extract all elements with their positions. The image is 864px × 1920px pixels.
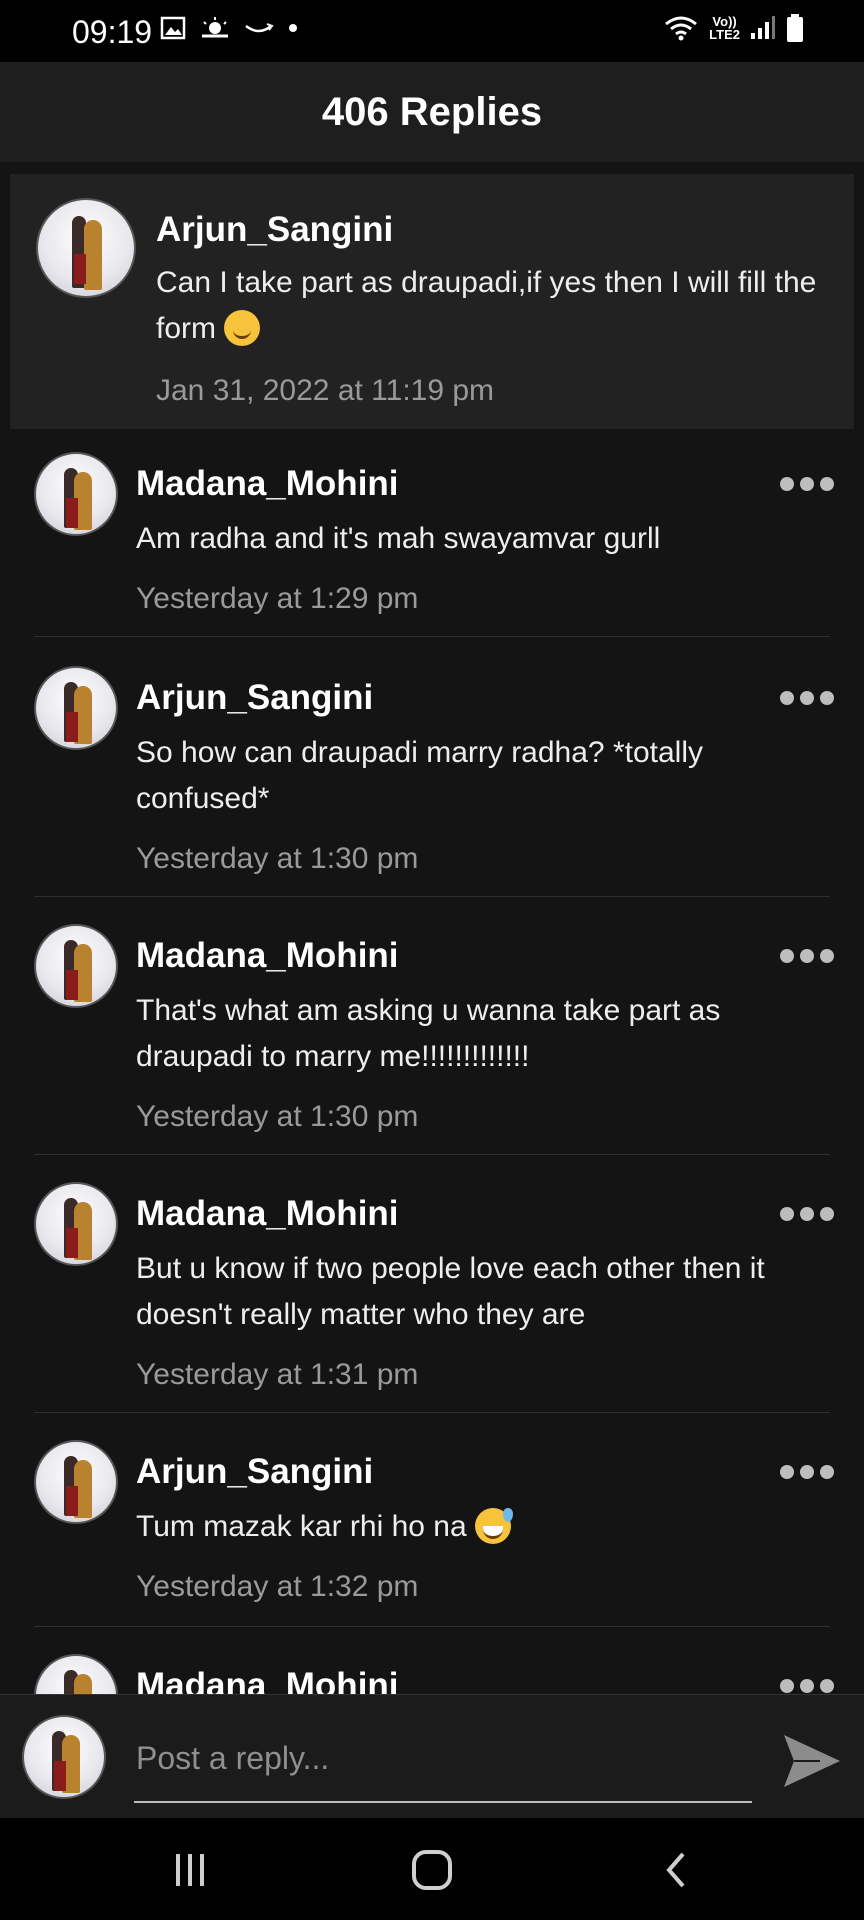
reply-item: Madana_Mohini bbox=[0, 1642, 864, 1694]
battery-icon bbox=[787, 14, 803, 42]
status-bar: 09:19 Vo)) LTE2 bbox=[0, 0, 864, 62]
send-icon[interactable] bbox=[780, 1731, 844, 1791]
avatar[interactable] bbox=[34, 1440, 118, 1524]
back-button[interactable] bbox=[646, 1848, 706, 1892]
wifi-icon bbox=[665, 16, 698, 41]
amazon-icon bbox=[245, 23, 274, 33]
parent-comment[interactable]: Arjun_Sangini Can I take part as draupad… bbox=[10, 174, 854, 429]
more-options-icon[interactable] bbox=[780, 1462, 834, 1482]
reply-timestamp: Yesterday at 1:32 pm bbox=[136, 1570, 419, 1603]
comment-text: Can I take part as draupadi,if yes then … bbox=[156, 266, 817, 346]
reply-item: Madana_Mohini Am radha and it's mah sway… bbox=[0, 440, 864, 638]
page-header: 406 Replies bbox=[0, 62, 864, 162]
reply-item: Arjun_Sangini So how can draupadi marry … bbox=[0, 654, 864, 898]
reply-username[interactable]: Madana_Mohini bbox=[136, 1194, 399, 1234]
back-icon bbox=[666, 1852, 685, 1888]
reply-text: Am radha and it's mah swayamvar gurll bbox=[136, 522, 661, 555]
home-button[interactable] bbox=[402, 1848, 462, 1892]
more-options-icon[interactable] bbox=[780, 688, 834, 708]
reply-username[interactable]: Arjun_Sangini bbox=[136, 678, 373, 718]
grinning-sweat-emoji-icon bbox=[475, 1508, 514, 1544]
avatar[interactable] bbox=[34, 452, 118, 536]
avatar[interactable] bbox=[34, 924, 118, 1008]
smiling-face-emoji-icon bbox=[224, 310, 261, 346]
more-options-icon[interactable] bbox=[780, 1676, 834, 1694]
divider bbox=[34, 1626, 830, 1627]
divider bbox=[34, 896, 830, 897]
reply-timestamp: Yesterday at 1:29 pm bbox=[136, 582, 419, 615]
network-type: Vo)) LTE2 bbox=[709, 14, 740, 42]
system-nav-bar bbox=[0, 1818, 864, 1920]
reply-timestamp: Yesterday at 1:31 pm bbox=[136, 1358, 419, 1391]
reply-text: Tum mazak kar rhi ho na bbox=[136, 1504, 826, 1550]
avatar[interactable] bbox=[34, 1182, 118, 1266]
more-options-icon[interactable] bbox=[780, 946, 834, 966]
reply-timestamp: Yesterday at 1:30 pm bbox=[136, 842, 419, 875]
avatar[interactable] bbox=[34, 1654, 118, 1694]
reply-text: That's what am asking u wanna take part … bbox=[136, 994, 721, 1073]
reply-item: Arjun_Sangini Tum mazak kar rhi ho na Ye… bbox=[0, 1428, 864, 1628]
comment-username[interactable]: Arjun_Sangini bbox=[156, 210, 393, 250]
reply-text: So how can draupadi marry radha? *totall… bbox=[136, 736, 703, 815]
page-title: 406 Replies bbox=[321, 89, 543, 134]
status-time: 09:19 bbox=[72, 14, 153, 50]
gallery-icon bbox=[160, 16, 186, 40]
reply-input-underline bbox=[134, 1801, 752, 1803]
reply-timestamp: Yesterday at 1:30 pm bbox=[136, 1100, 419, 1133]
more-options-icon[interactable] bbox=[780, 1204, 834, 1224]
reply-username[interactable]: Madana_Mohini bbox=[136, 464, 399, 504]
comment-timestamp: Jan 31, 2022 at 11:19 pm bbox=[156, 374, 495, 407]
avatar bbox=[22, 1715, 106, 1799]
reply-username[interactable]: Madana_Mohini bbox=[136, 936, 399, 976]
weather-icon bbox=[202, 17, 228, 38]
reply-item: Madana_Mohini But u know if two people l… bbox=[0, 1170, 864, 1414]
signal-icon bbox=[751, 16, 775, 39]
recent-apps-button[interactable] bbox=[160, 1848, 220, 1892]
more-options-icon[interactable] bbox=[780, 474, 834, 494]
reply-input[interactable] bbox=[134, 1735, 754, 1781]
dot-icon bbox=[289, 24, 297, 32]
reply-text: But u know if two people love each other… bbox=[136, 1252, 765, 1331]
recent-apps-icon bbox=[176, 1854, 204, 1886]
reply-item: Madana_Mohini That's what am asking u wa… bbox=[0, 912, 864, 1156]
divider bbox=[34, 1154, 830, 1155]
divider bbox=[34, 636, 830, 637]
divider bbox=[34, 1412, 830, 1413]
avatar[interactable] bbox=[34, 666, 118, 750]
avatar[interactable] bbox=[36, 198, 136, 298]
reply-username[interactable]: Arjun_Sangini bbox=[136, 1452, 373, 1492]
reply-username[interactable]: Madana_Mohini bbox=[136, 1666, 399, 1694]
home-icon bbox=[412, 1850, 452, 1890]
reply-composer bbox=[0, 1694, 864, 1819]
